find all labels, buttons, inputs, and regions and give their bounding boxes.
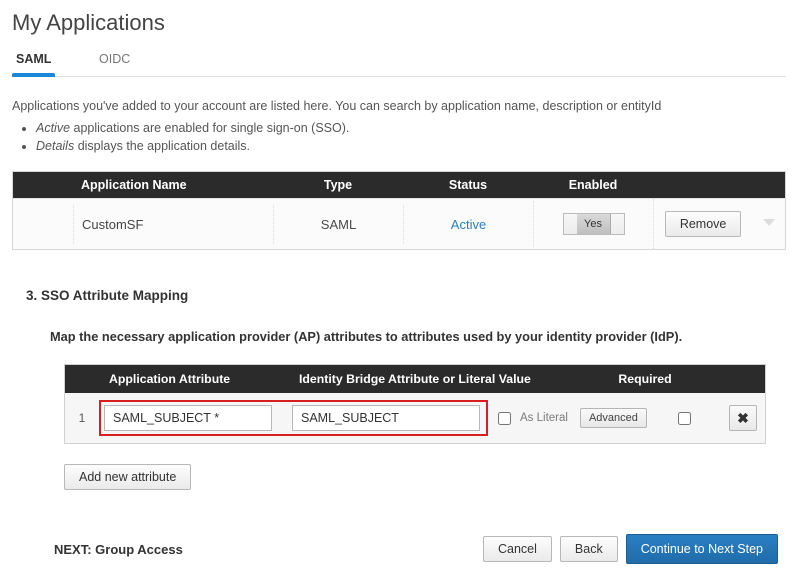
tabs: SAML OIDC (12, 46, 786, 77)
intro-text: Applications you've added to your accoun… (12, 99, 786, 113)
section-desc: Map the necessary application provider (… (50, 329, 786, 344)
mapping-table: Application Attribute Identity Bridge At… (64, 364, 766, 444)
cancel-button[interactable]: Cancel (483, 536, 552, 562)
tab-saml[interactable]: SAML (12, 46, 55, 76)
applications-table-header: Application Name Type Status Enabled (13, 172, 785, 198)
row-blank (13, 212, 73, 236)
mh-attr: Application Attribute (99, 365, 289, 393)
hint-details: Details displays the application details… (36, 139, 786, 153)
col-blank (13, 172, 73, 198)
applications-table: Application Name Type Status Enabled Cus… (12, 171, 786, 250)
status-link[interactable]: Active (451, 217, 486, 232)
tab-oidc[interactable]: OIDC (95, 46, 134, 76)
mh-idx (65, 365, 99, 393)
required-checkbox[interactable] (678, 412, 691, 425)
hint-active-rest: applications are enabled for single sign… (70, 121, 349, 135)
back-button[interactable]: Back (560, 536, 618, 562)
as-literal-label: As Literal (520, 412, 568, 424)
advanced-button[interactable]: Advanced (580, 408, 647, 428)
mh-del (721, 365, 765, 393)
enabled-toggle-label: Yes (577, 214, 611, 234)
hint-details-em: Details (36, 139, 74, 153)
hint-details-rest: displays the application details. (74, 139, 250, 153)
next-step-label: NEXT: Group Access (54, 542, 183, 557)
footer: NEXT: Group Access Cancel Back Continue … (12, 534, 786, 564)
mapping-table-header: Application Attribute Identity Bridge At… (65, 365, 765, 393)
row-app-type: SAML (273, 205, 403, 244)
highlighted-fields (99, 400, 488, 436)
application-attribute-input[interactable] (104, 405, 272, 431)
mapping-row: 1 As Literal Advanced ✖ (65, 393, 765, 443)
row-index: 1 (65, 411, 99, 425)
delete-row-button[interactable]: ✖ (729, 405, 757, 431)
col-header-actions (653, 172, 785, 198)
continue-button[interactable]: Continue to Next Step (626, 534, 778, 564)
page-title: My Applications (12, 10, 786, 36)
bridge-attribute-input[interactable] (292, 405, 480, 431)
row-app-status[interactable]: Active (403, 205, 533, 244)
as-literal-checkbox[interactable] (498, 412, 511, 425)
row-app-enabled: Yes (533, 201, 653, 247)
hints-list: Active applications are enabled for sing… (36, 121, 786, 153)
table-row: CustomSF SAML Active Yes Remove (13, 198, 785, 249)
col-header-status: Status (403, 172, 533, 198)
mh-val: Identity Bridge Attribute or Literal Val… (289, 365, 569, 393)
row-actions: Remove (653, 199, 785, 249)
required-cell (647, 409, 721, 428)
col-header-type: Type (273, 172, 403, 198)
delete-cell: ✖ (721, 405, 765, 431)
mh-req: Required (569, 365, 721, 393)
row-app-name: CustomSF (73, 205, 273, 244)
hint-active: Active applications are enabled for sing… (36, 121, 786, 135)
close-icon: ✖ (737, 410, 749, 427)
enabled-toggle[interactable]: Yes (563, 213, 625, 235)
add-new-attribute-button[interactable]: Add new attribute (64, 464, 191, 490)
hint-active-em: Active (36, 121, 70, 135)
section-title: 3. SSO Attribute Mapping (26, 288, 786, 303)
col-header-enabled: Enabled (533, 172, 653, 198)
chevron-down-icon[interactable] (761, 216, 777, 228)
row-options: As Literal Advanced (494, 408, 647, 428)
col-header-name: Application Name (73, 172, 273, 198)
remove-button[interactable]: Remove (665, 211, 742, 237)
